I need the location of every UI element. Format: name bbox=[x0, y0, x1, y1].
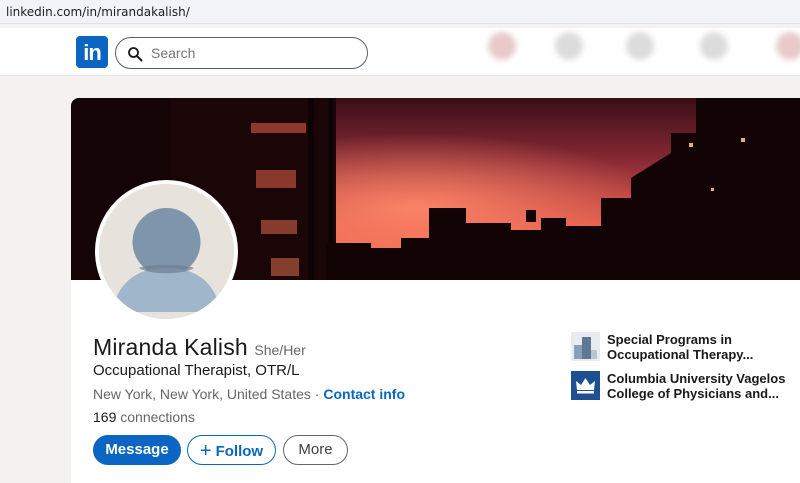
nav-jobs-icon[interactable] bbox=[626, 32, 654, 60]
location-row: New York, New York, United States · Cont… bbox=[93, 386, 405, 402]
search-box[interactable] bbox=[115, 37, 368, 69]
education-item-columbia[interactable]: Columbia University Vagelos College of P… bbox=[571, 371, 800, 401]
location-separator: · bbox=[314, 386, 320, 402]
more-button[interactable]: More bbox=[283, 435, 348, 465]
top-navigation: in bbox=[0, 28, 800, 76]
connections-count[interactable]: 169 connections bbox=[93, 409, 195, 425]
default-person-icon bbox=[99, 184, 234, 319]
search-icon bbox=[128, 47, 143, 62]
profile-avatar[interactable] bbox=[95, 180, 238, 323]
location-text: New York, New York, United States bbox=[93, 386, 311, 402]
plus-icon: + bbox=[199, 440, 212, 462]
nav-messaging-icon[interactable] bbox=[700, 32, 728, 60]
nav-home-icon[interactable] bbox=[488, 32, 516, 60]
experience-line1: Special Programs in bbox=[607, 332, 732, 347]
connections-number: 169 bbox=[93, 409, 117, 425]
profile-name: Miranda Kalish bbox=[93, 334, 248, 360]
message-button[interactable]: Message bbox=[93, 435, 181, 465]
experience-item-special-programs[interactable]: Special Programs in Occupational Therapy… bbox=[571, 332, 800, 362]
connections-label: connections bbox=[120, 409, 195, 425]
linkedin-logo[interactable]: in bbox=[76, 36, 108, 68]
experience-line2: Occupational Therapy... bbox=[607, 347, 754, 362]
pronouns: She/Her bbox=[254, 342, 306, 358]
program-logo-icon bbox=[571, 332, 600, 361]
education-line1: Columbia University Vagelos bbox=[607, 371, 786, 386]
contact-info-link[interactable]: Contact info bbox=[323, 386, 405, 402]
address-text[interactable]: linkedin.com/in/mirandakalish/ bbox=[6, 5, 190, 19]
follow-button[interactable]: + Follow bbox=[187, 435, 276, 465]
browser-address-bar[interactable]: linkedin.com/in/mirandakalish/ bbox=[0, 0, 800, 24]
profile-name-row: Miranda Kalish She/Her bbox=[93, 334, 306, 361]
nav-network-icon[interactable] bbox=[555, 32, 583, 60]
columbia-crown-icon bbox=[571, 371, 600, 400]
search-input[interactable] bbox=[151, 43, 351, 63]
follow-label: Follow bbox=[215, 443, 264, 460]
education-line2: College of Physicians and... bbox=[607, 386, 779, 401]
nav-notifications-icon[interactable] bbox=[776, 32, 800, 60]
profile-headline: Occupational Therapist, OTR/L bbox=[93, 362, 300, 379]
